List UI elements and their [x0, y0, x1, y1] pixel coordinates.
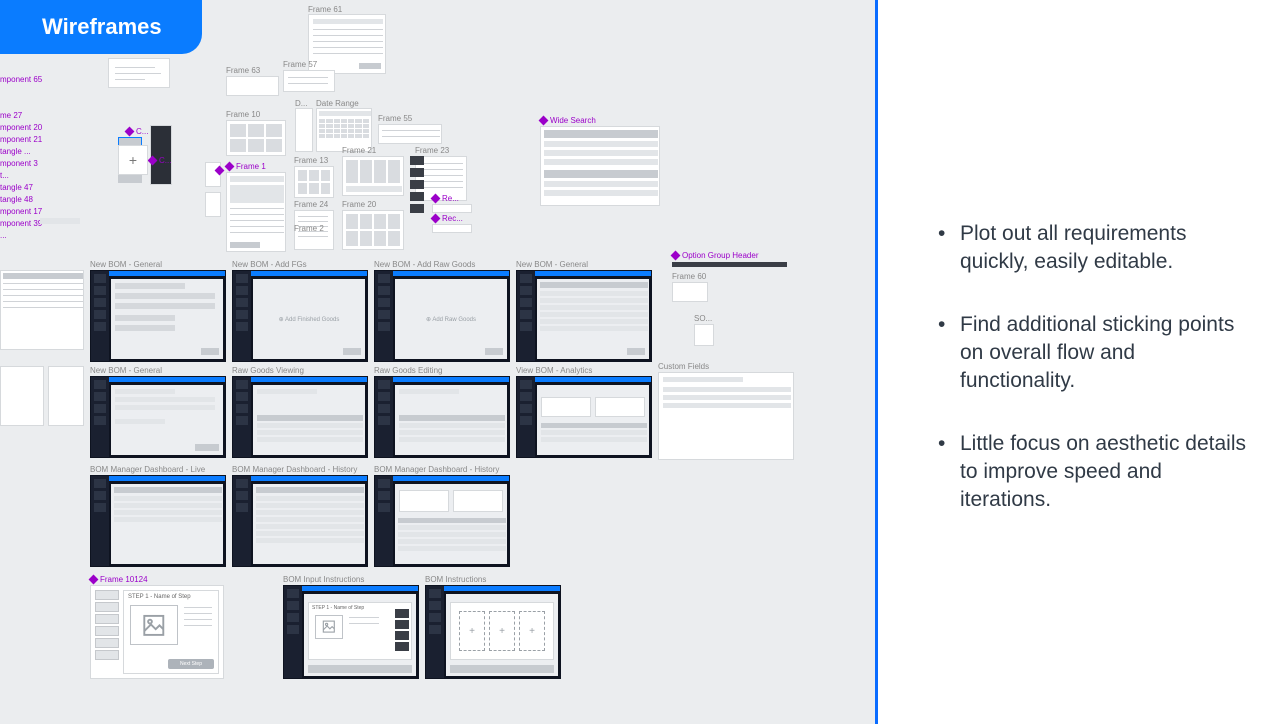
frame-label: Frame 20	[342, 200, 376, 209]
frame-label: Frame 10	[226, 110, 260, 119]
screen-bom-input-instr: STEP 1 - Name of Step	[283, 585, 419, 679]
screen-new-bom-general-2	[516, 270, 652, 362]
frame-label: Frame 13	[294, 156, 328, 165]
frame-label: Custom Fields	[658, 362, 709, 371]
frame-label: New BOM - Add Raw Goods	[374, 260, 475, 269]
screen-row2-2	[232, 376, 368, 458]
screen-new-bom-add-raw: ⊕ Add Raw Goods	[374, 270, 510, 362]
frame-so	[694, 324, 714, 346]
screen-mini-left-3	[48, 366, 84, 426]
frame-label: Raw Goods Viewing	[232, 366, 304, 375]
bullet-list: Plot out all requirements quickly, easil…	[936, 220, 1254, 515]
frame-label: Frame 61	[308, 5, 342, 14]
frame-label: New BOM - General	[90, 260, 162, 269]
screen-row3-1	[90, 475, 226, 567]
frame-60	[672, 282, 708, 302]
frame-label: Frame 2	[294, 224, 324, 233]
screen-mini-left-2	[0, 366, 44, 426]
wide-search	[540, 126, 660, 206]
stub	[40, 218, 80, 224]
step-label: STEP 1 - Name of Step	[128, 594, 191, 600]
frame-label: Frame 10124	[100, 575, 148, 584]
image-placeholder-icon	[315, 615, 343, 639]
plus-icon: +	[519, 611, 545, 651]
next-step-button[interactable]: Next Step	[168, 659, 214, 669]
bullet-item: Plot out all requirements quickly, easil…	[936, 220, 1254, 277]
screen-row2-3	[374, 376, 510, 458]
screen-row3-2	[232, 475, 368, 567]
option-group-bar	[672, 262, 787, 267]
frame-label: Option Group Header	[682, 251, 759, 260]
frame-63	[226, 76, 279, 96]
frame-label: BOM Instructions	[425, 575, 486, 584]
frame-21	[342, 156, 404, 196]
frame-label: Date Range	[316, 99, 359, 108]
screen-mini-left	[0, 270, 84, 350]
figma-canvas: mponent 65 me 27 mponent 20 mponent 21 t…	[0, 0, 875, 724]
screen-custom-fields	[658, 372, 794, 460]
frame-label: Raw Goods Editing	[374, 366, 442, 375]
frame-57	[283, 70, 335, 92]
wireframe-canvas-panel: Wireframes mponent 65 me 27 mponent 20 m…	[0, 0, 878, 724]
plus-icon: +	[489, 611, 515, 651]
frame-label: Frame 1	[236, 162, 266, 171]
frame-55	[378, 124, 442, 144]
frame-1	[226, 172, 286, 252]
plus-card: +	[118, 145, 148, 175]
frame-label: D...	[295, 99, 307, 108]
frame-label: BOM Manager Dashboard - History	[374, 465, 499, 474]
frame-label: New BOM - General	[516, 260, 588, 269]
frame-10124: STEP 1 - Name of Step Next Step	[90, 585, 224, 679]
frame-label: Frame 24	[294, 200, 328, 209]
screen-row3-3	[374, 475, 510, 567]
frame-label: View BOM - Analytics	[516, 366, 592, 375]
frame-label: Frame 63	[226, 66, 260, 75]
frame-label: Wide Search	[550, 116, 596, 125]
screen-new-bom-general	[90, 270, 226, 362]
re-chip	[432, 204, 472, 213]
screen-new-bom-add-fgs: ⊕ Add Finished Goods	[232, 270, 368, 362]
frame-label: Frame 21	[342, 146, 376, 155]
frame-label: New BOM - General	[90, 366, 162, 375]
bullet-item: Little focus on aesthetic details to imp…	[936, 430, 1254, 515]
frame-20	[342, 210, 404, 250]
mini-frame	[205, 192, 221, 217]
section-title-tab: Wireframes	[0, 0, 202, 54]
bullet-item: Find additional sticking points on overa…	[936, 311, 1254, 396]
dark-chip: C...	[150, 125, 172, 185]
frame-10	[226, 120, 286, 156]
frame-label: New BOM - Add FGs	[232, 260, 307, 269]
text-panel: Plot out all requirements quickly, easil…	[878, 0, 1284, 724]
frame-61	[308, 14, 386, 74]
frame-label: Frame 57	[283, 60, 317, 69]
frame-d	[295, 108, 313, 152]
frame-label: BOM Manager Dashboard - Live	[90, 465, 205, 474]
small-card	[108, 58, 170, 88]
frame-label: BOM Input Instructions	[283, 575, 364, 584]
plus-icon: +	[459, 611, 485, 651]
pill-stack	[410, 156, 424, 213]
frame-13	[294, 166, 334, 198]
screen-row2-1	[90, 376, 226, 458]
image-placeholder-icon	[130, 605, 178, 645]
edge-labels: me 27 mponent 20 mponent 21 tangle ... m…	[0, 110, 42, 242]
frame-label: Frame 55	[378, 114, 412, 123]
screen-bom-instr: + + +	[425, 585, 561, 679]
screen-row2-4	[516, 376, 652, 458]
frame-label: Frame 60	[672, 272, 706, 281]
rec-chip	[432, 224, 472, 233]
frame-label: BOM Manager Dashboard - History	[232, 465, 357, 474]
frame-label: SO...	[694, 314, 712, 323]
frame-label: Frame 23	[415, 146, 449, 155]
edge-labels-top: mponent 65	[0, 74, 42, 86]
